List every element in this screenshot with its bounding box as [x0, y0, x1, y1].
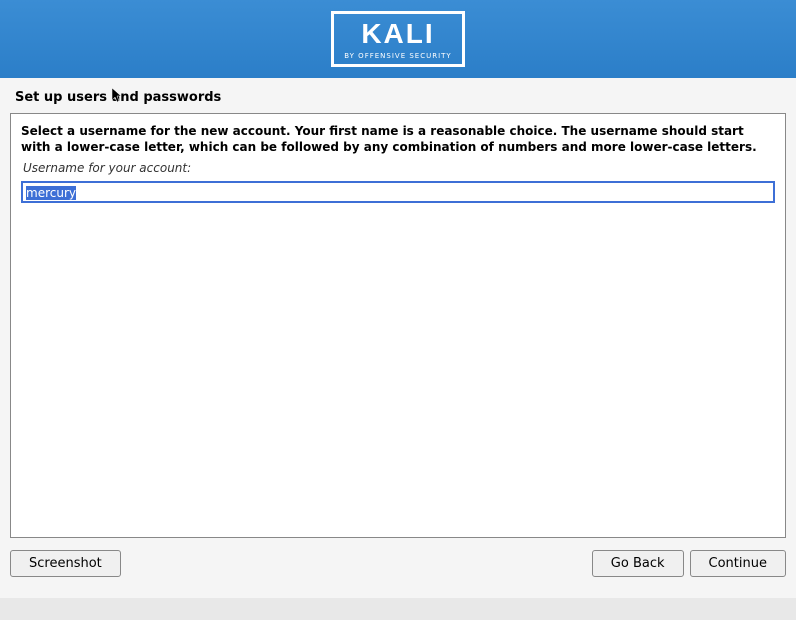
bottom-strip — [0, 598, 796, 620]
username-label: Username for your account: — [23, 161, 775, 175]
kali-logo: KALI BY OFFENSIVE SECURITY — [331, 11, 464, 67]
go-back-button[interactable]: Go Back — [592, 550, 684, 577]
username-input[interactable]: mercury — [21, 181, 775, 203]
screenshot-button[interactable]: Screenshot — [10, 550, 121, 577]
page-title: Set up users and passwords — [0, 78, 796, 113]
button-bar: Screenshot Go Back Continue — [0, 538, 796, 589]
username-input-wrapper[interactable]: mercury — [21, 181, 775, 203]
content-panel: Select a username for the new account. Y… — [10, 113, 786, 538]
instruction-text: Select a username for the new account. Y… — [21, 124, 775, 155]
logo-subtitle: BY OFFENSIVE SECURITY — [344, 52, 451, 60]
logo-text: KALI — [344, 18, 451, 50]
continue-button[interactable]: Continue — [690, 550, 786, 577]
username-value: mercury — [26, 186, 76, 200]
header-banner: KALI BY OFFENSIVE SECURITY — [0, 0, 796, 78]
